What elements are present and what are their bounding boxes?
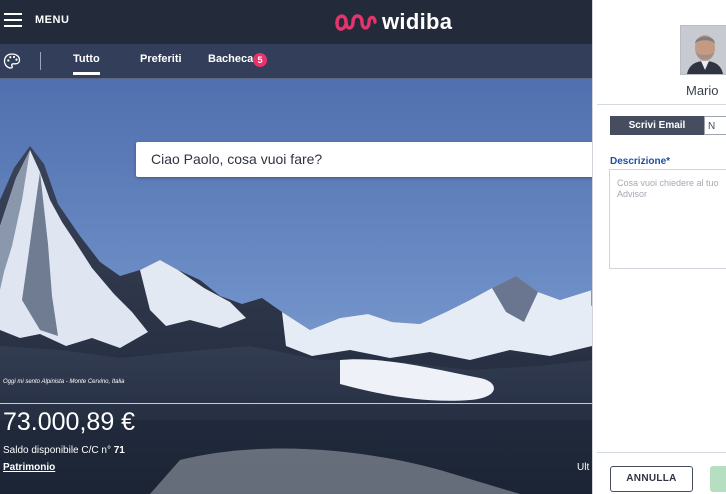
- tab-bar: Tutto Preferiti Bacheca 5: [0, 44, 592, 79]
- widiba-logo-icon: [335, 14, 377, 31]
- account-label: Saldo disponibile C/C n°: [3, 445, 111, 456]
- description-label: Descrizione*: [610, 156, 671, 167]
- bacheca-count-badge: 5: [253, 53, 267, 67]
- description-placeholder: Cosa vuoi chiedere al tuo Advisor: [617, 178, 719, 199]
- advisor-name: Mario: [686, 83, 719, 98]
- ultimi-link[interactable]: Ult: [577, 462, 589, 473]
- advisor-panel: Mario Scrivi Email N Descrizione* Cosa v…: [592, 0, 726, 494]
- search-prompt: Ciao Paolo, cosa vuoi fare?: [151, 151, 323, 167]
- tab-bacheca[interactable]: Bacheca: [208, 53, 253, 65]
- footer-divider: [597, 452, 726, 453]
- cancel-button[interactable]: ANNULLA: [610, 466, 693, 492]
- photo-caption: Oggi mi sento Alpinista - Monte Cervino,…: [3, 379, 125, 385]
- advisor-photo: [681, 26, 726, 74]
- palette-icon[interactable]: [3, 52, 21, 70]
- hamburger-menu-icon[interactable]: [4, 13, 22, 29]
- home-screen: MENU widiba Tutto Preferiti Bacheca 5 Ci…: [0, 0, 592, 494]
- tab-preferiti[interactable]: Preferiti: [140, 53, 182, 65]
- top-bar: MENU widiba: [0, 0, 592, 44]
- account-balance: 73.000,89 €: [3, 408, 136, 436]
- hero-photo: Ciao Paolo, cosa vuoi fare? Oggi mi sent…: [0, 79, 592, 494]
- account-info: Saldo disponibile C/C n° 71: [3, 445, 125, 456]
- widiba-logo: widiba: [334, 8, 452, 36]
- tab-second-option[interactable]: N: [704, 116, 726, 135]
- tab-scrivi-email[interactable]: Scrivi Email: [610, 116, 704, 135]
- description-textarea[interactable]: Cosa vuoi chiedere al tuo Advisor: [609, 169, 726, 269]
- advisor-avatar: [680, 25, 726, 75]
- send-button[interactable]: [710, 466, 726, 492]
- search-bar[interactable]: Ciao Paolo, cosa vuoi fare?: [136, 142, 592, 177]
- account-number: 71: [113, 445, 125, 456]
- panel-divider: [597, 104, 726, 105]
- tab-divider: [40, 52, 41, 70]
- brand-name: widiba: [382, 9, 453, 34]
- menu-label[interactable]: MENU: [35, 14, 69, 26]
- patrimonio-link[interactable]: Patrimonio: [3, 462, 55, 473]
- hero-divider: [0, 403, 592, 404]
- tab-tutto[interactable]: Tutto: [73, 53, 100, 75]
